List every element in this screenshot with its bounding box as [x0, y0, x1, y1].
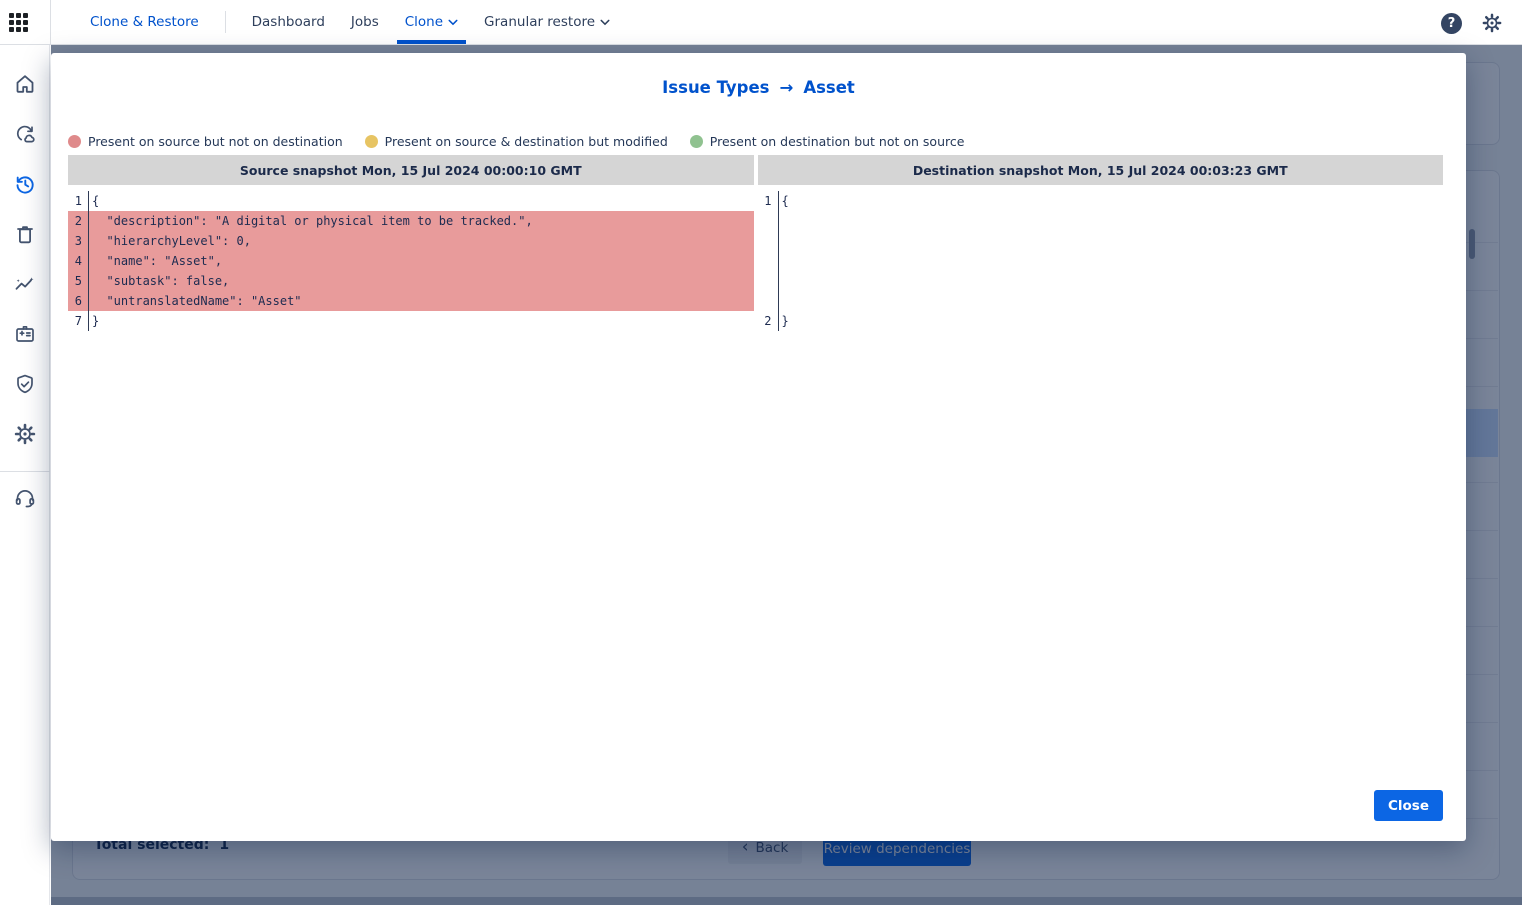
diff-line-removed: 3 "hierarchyLevel": 0,	[68, 231, 754, 251]
chevron-down-icon	[600, 19, 610, 26]
diff-line: 1{	[758, 191, 1444, 211]
diff-line-removed: 6 "untranslatedName": "Asset"	[68, 291, 754, 311]
arrow-right-icon: →	[780, 78, 794, 97]
nav-item-dashboard[interactable]: Dashboard	[252, 0, 325, 44]
close-button[interactable]: Close	[1374, 790, 1443, 821]
breadcrumb-asset: Asset	[803, 78, 855, 97]
sidebar-item-cloud-restore[interactable]	[13, 122, 37, 146]
sidebar-divider	[0, 471, 50, 472]
nav-divider	[50, 0, 51, 44]
sidebar-item-support[interactable]	[13, 486, 37, 510]
diff-view: Source snapshot Mon, 15 Jul 2024 00:00:1…	[68, 155, 1443, 331]
history-icon	[13, 172, 37, 196]
legend-dot-yellow	[365, 135, 378, 148]
top-nav: Clone & Restore Dashboard Jobs Clone Gra…	[0, 0, 1522, 45]
help-icon[interactable]: ?	[1441, 13, 1462, 34]
app-title-link[interactable]: Clone & Restore	[90, 14, 199, 30]
sidebar-item-insights[interactable]	[13, 272, 37, 296]
headset-support-icon	[13, 486, 37, 510]
sidebar-item-trash[interactable]	[13, 222, 37, 246]
diff-legend: Present on source but not on destination…	[68, 134, 1466, 149]
diff-line-removed: 5 "subtask": false,	[68, 271, 754, 291]
diff-line-removed: 4 "name": "Asset",	[68, 251, 754, 271]
settings-gear-icon[interactable]	[1481, 12, 1503, 34]
chevron-down-icon	[448, 19, 458, 26]
home-icon	[13, 72, 37, 96]
nav-divider	[225, 11, 226, 33]
sidebar-item-security[interactable]	[13, 372, 37, 396]
diff-modal: Issue Types → Asset Present on source bu…	[51, 53, 1466, 841]
destination-pane-header: Destination snapshot Mon, 15 Jul 2024 00…	[758, 155, 1444, 185]
sidebar-item-badge[interactable]	[13, 322, 37, 346]
diff-line: 2}	[758, 311, 1444, 331]
diff-line: 1{	[68, 191, 754, 211]
trend-sparkle-icon	[13, 272, 37, 296]
legend-dot-red	[68, 135, 81, 148]
shield-check-icon	[13, 372, 37, 396]
legend-dot-green	[690, 135, 703, 148]
nav-item-clone[interactable]: Clone	[405, 0, 458, 44]
diff-line-removed: 2 "description": "A digital or physical …	[68, 211, 754, 231]
breadcrumb-issue-types[interactable]: Issue Types	[662, 78, 769, 97]
legend-item-modified: Present on source & destination but modi…	[365, 134, 668, 149]
legend-item-added: Present on destination but not on source	[690, 134, 965, 149]
diff-line: 7}	[68, 311, 754, 331]
sidebar-item-settings[interactable]	[13, 422, 37, 446]
diff-line-spacer	[758, 211, 1444, 311]
cloud-restore-icon	[13, 122, 37, 146]
legend-item-removed: Present on source but not on destination	[68, 134, 343, 149]
trash-icon	[13, 222, 37, 246]
id-badge-icon	[13, 322, 37, 346]
source-pane: Source snapshot Mon, 15 Jul 2024 00:00:1…	[68, 155, 754, 331]
destination-pane: Destination snapshot Mon, 15 Jul 2024 00…	[758, 155, 1444, 331]
nav-items: Clone & Restore Dashboard Jobs Clone Gra…	[90, 0, 610, 44]
gear-icon	[13, 422, 37, 446]
app-switcher-grid-icon[interactable]	[9, 13, 31, 35]
source-pane-header: Source snapshot Mon, 15 Jul 2024 00:00:1…	[68, 155, 754, 185]
modal-title: Issue Types → Asset	[51, 53, 1466, 98]
nav-item-granular-restore[interactable]: Granular restore	[484, 0, 610, 44]
sidebar-item-home[interactable]	[13, 72, 37, 96]
sidebar-item-restore-history[interactable]	[13, 172, 37, 196]
nav-item-jobs[interactable]: Jobs	[351, 0, 379, 44]
left-sidebar	[0, 45, 50, 905]
